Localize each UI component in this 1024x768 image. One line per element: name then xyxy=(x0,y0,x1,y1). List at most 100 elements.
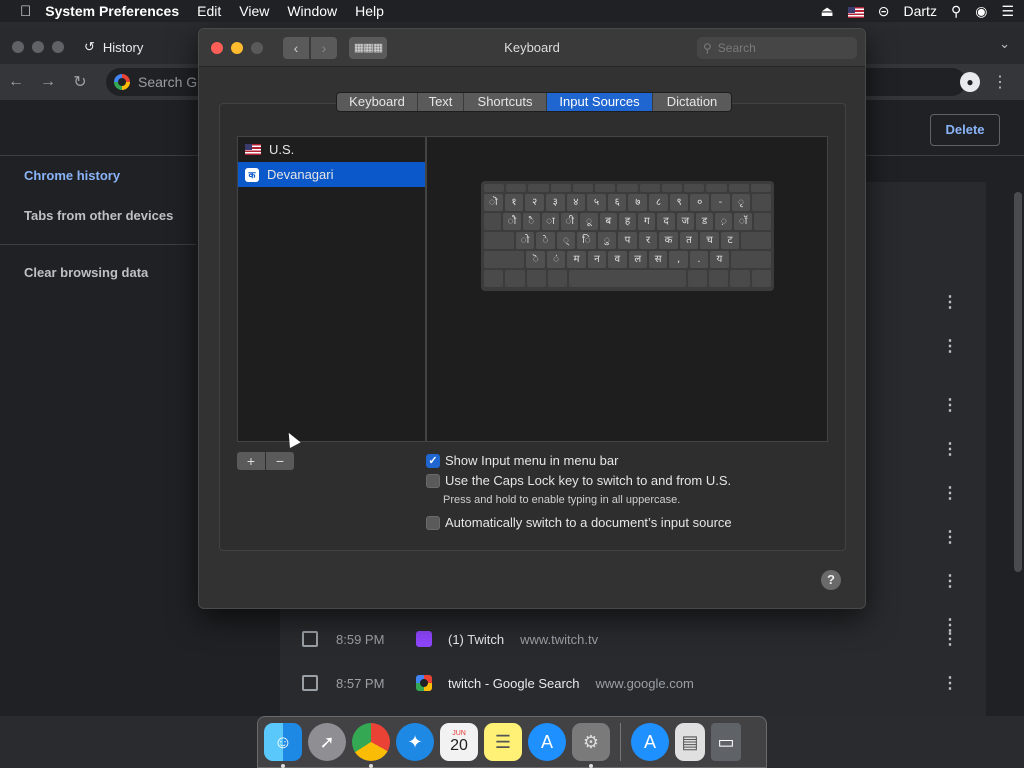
row-menu-icon[interactable]: ⋮ xyxy=(942,336,958,356)
siri-icon[interactable]: ◉ xyxy=(975,3,987,20)
tab-text[interactable]: Text xyxy=(418,93,464,111)
row-title[interactable]: twitch - Google Search xyxy=(448,676,580,691)
omnibox-placeholder: Search G xyxy=(138,74,198,90)
show-input-menu-checkbox[interactable]: ✓ xyxy=(426,453,440,468)
forward-icon[interactable]: → xyxy=(32,73,64,91)
reload-icon[interactable]: ↻ xyxy=(64,72,96,92)
keyboard-key xyxy=(661,184,683,192)
table-row[interactable]: 8:59 PM (1) Twitch www.twitch.tv ⋮ xyxy=(280,617,986,661)
spotlight-search-icon[interactable]: ⚲ xyxy=(951,3,961,20)
row-time: 8:57 PM xyxy=(336,675,385,691)
row-menu-icon[interactable]: ⋮ xyxy=(942,571,958,591)
menu-app-name[interactable]: System Preferences xyxy=(37,3,188,19)
add-source-button[interactable]: + xyxy=(237,452,265,470)
keyboard-key xyxy=(506,184,527,192)
caps-lock-option[interactable]: Use the Caps Lock key to switch to and f… xyxy=(426,473,731,488)
tab-input-sources[interactable]: Input Sources xyxy=(547,93,653,111)
keyboard-key xyxy=(569,270,686,287)
remove-source-button[interactable]: − xyxy=(266,452,294,470)
caps-lock-checkbox[interactable] xyxy=(426,473,440,488)
window-titlebar[interactable]: ‹ › ▦▦▦ Keyboard ⚲ Search xyxy=(199,29,865,67)
notification-center-icon[interactable]: ☰ xyxy=(1001,3,1014,20)
scrollbar[interactable] xyxy=(1014,192,1022,572)
tab-dictation[interactable]: Dictation xyxy=(653,93,731,111)
user-name[interactable]: Dartz xyxy=(904,3,937,19)
keyboard-key: न xyxy=(587,251,607,268)
row-checkbox[interactable] xyxy=(302,631,318,647)
help-button[interactable]: ? xyxy=(821,570,841,590)
minimize-icon[interactable] xyxy=(231,41,243,54)
keyboard-key xyxy=(548,270,568,287)
document-icon[interactable]: ▤ xyxy=(675,723,705,761)
keyboard-key: ० xyxy=(690,194,710,211)
keyboard-key: , xyxy=(669,251,688,268)
auto-switch-option[interactable]: Automatically switch to a document’s inp… xyxy=(426,515,732,530)
sidebar-item-chrome-history[interactable]: Chrome history xyxy=(0,156,196,196)
row-menu-icon[interactable]: ⋮ xyxy=(942,439,958,459)
finder-icon[interactable]: ☺ xyxy=(264,723,302,768)
tab-keyboard[interactable]: Keyboard xyxy=(337,93,418,111)
list-item[interactable]: क Devanagari xyxy=(238,162,425,187)
keyboard-key xyxy=(730,270,750,287)
do-not-disturb-icon[interactable]: ⊝ xyxy=(878,3,890,20)
delete-button[interactable]: Delete xyxy=(930,114,1000,146)
chevron-down-icon[interactable]: ⌄ xyxy=(999,36,1010,52)
calendar-icon[interactable]: JUN 20 xyxy=(440,723,478,761)
sidebar-item-clear-browsing-data[interactable]: Clear browsing data xyxy=(0,253,196,293)
keyboard-key: ृ xyxy=(731,194,751,211)
launchpad-icon[interactable]: ➚ xyxy=(308,723,346,761)
history-sidebar: Chrome history Tabs from other devices C… xyxy=(0,156,196,293)
menu-window[interactable]: Window xyxy=(278,3,346,19)
show-all-grid-icon[interactable]: ▦▦▦ xyxy=(349,36,387,59)
row-menu-icon[interactable]: ⋮ xyxy=(942,527,958,547)
profile-avatar-icon[interactable]: ● xyxy=(960,72,980,92)
row-menu-icon[interactable]: ⋮ xyxy=(942,629,958,649)
input-source-list[interactable]: U.S. क Devanagari xyxy=(237,136,426,442)
eject-icon[interactable]: ⏏ xyxy=(821,3,834,20)
notes-icon[interactable]: ☰ xyxy=(484,723,522,761)
sidebar-item-tabs-other-devices[interactable]: Tabs from other devices xyxy=(0,196,196,236)
keyboard-key xyxy=(484,184,505,192)
row-menu-icon[interactable]: ⋮ xyxy=(942,483,958,503)
back-icon[interactable]: ← xyxy=(0,73,32,91)
keyboard-key xyxy=(687,270,707,287)
zoom-icon[interactable] xyxy=(52,41,64,53)
menu-view[interactable]: View xyxy=(230,3,278,19)
auto-switch-checkbox[interactable] xyxy=(426,515,440,530)
row-menu-icon[interactable]: ⋮ xyxy=(942,673,958,693)
keyboard-key: ु xyxy=(597,232,617,249)
input-menu-flag-icon[interactable] xyxy=(847,3,864,19)
keyboard-key: ि xyxy=(577,232,596,249)
row-menu-icon[interactable]: ⋮ xyxy=(942,395,958,415)
row-checkbox[interactable] xyxy=(302,675,318,691)
row-title[interactable]: (1) Twitch xyxy=(448,632,504,647)
app-store-icon[interactable]: A xyxy=(528,723,566,761)
keyboard-key xyxy=(484,270,504,287)
show-input-menu-option[interactable]: ✓ Show Input menu in menu bar xyxy=(426,453,618,468)
row-menu-icon[interactable]: ⋮ xyxy=(942,292,958,312)
close-icon[interactable] xyxy=(12,41,24,53)
menu-edit[interactable]: Edit xyxy=(188,3,230,19)
keyboard-key: . xyxy=(689,251,709,268)
tab-shortcuts[interactable]: Shortcuts xyxy=(464,93,547,111)
app-store-download-icon[interactable]: A xyxy=(631,723,669,761)
keyboard-key xyxy=(617,184,638,192)
back-button[interactable]: ‹ xyxy=(283,36,309,59)
minimize-icon[interactable] xyxy=(32,41,44,53)
preferences-search-input[interactable]: ⚲ Search xyxy=(697,37,857,59)
tab-history[interactable]: ↺ History xyxy=(84,33,143,61)
menu-help[interactable]: Help xyxy=(346,3,393,19)
list-item[interactable]: U.S. xyxy=(238,137,425,162)
table-row[interactable]: 8:57 PM twitch - Google Search www.googl… xyxy=(280,661,986,705)
system-preferences-icon[interactable]: ⚙ xyxy=(572,723,610,768)
apple-icon[interactable]:  xyxy=(0,3,37,20)
chrome-icon[interactable] xyxy=(352,723,390,768)
safari-icon[interactable]: ✦ xyxy=(396,723,434,761)
keyboard-key: च xyxy=(700,232,719,249)
keyboard-row: ोे्िु प र क त च ट xyxy=(484,232,771,249)
chrome-menu-icon[interactable]: ⋮ xyxy=(992,72,1008,92)
keyboard-key xyxy=(550,184,571,192)
keyboard-key xyxy=(595,184,616,192)
close-icon[interactable] xyxy=(211,41,223,54)
trash-icon[interactable]: ▭ xyxy=(711,723,741,761)
